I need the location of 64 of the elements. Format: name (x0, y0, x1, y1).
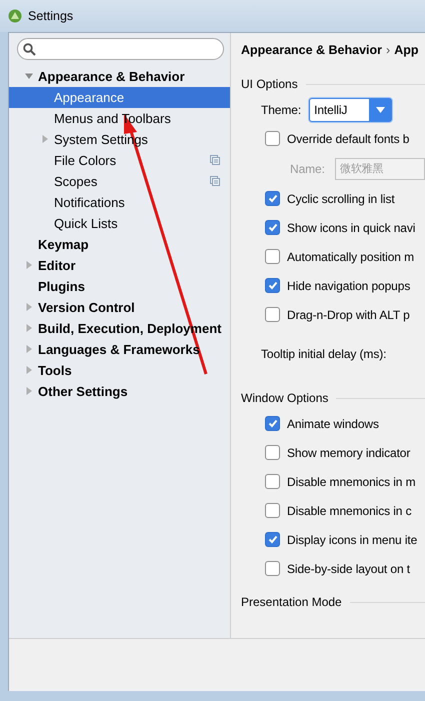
checkbox-label: Show icons in quick navi (287, 220, 416, 234)
tree-item[interactable]: File Colors (9, 150, 230, 171)
theme-dropdown[interactable]: IntelliJ (309, 98, 392, 122)
section-title: Window Options (241, 391, 328, 405)
checkmark-icon (268, 535, 278, 544)
checkbox[interactable] (265, 416, 280, 431)
checkbox-label: Display icons in menu ite (287, 532, 418, 546)
tree-item[interactable]: Version Control (9, 297, 230, 318)
tooltip-delay-label: Tooltip initial delay (ms): (261, 347, 386, 361)
tree-item[interactable]: Quick Lists (9, 213, 230, 234)
tree-item[interactable]: Other Settings (9, 381, 230, 402)
tree-item[interactable]: Scopes (9, 171, 230, 192)
breadcrumb-separator: › (386, 42, 390, 59)
checkbox[interactable] (265, 532, 280, 547)
checkmark-icon (268, 419, 278, 428)
collapse-triangle-icon[interactable] (25, 72, 33, 80)
checkbox-label: Side-by-side layout on t (287, 562, 410, 576)
expand-triangle-icon[interactable] (41, 135, 49, 143)
app-logo-icon (8, 9, 22, 23)
tree-item[interactable]: Plugins (9, 276, 230, 297)
checkbox-label: Override default fonts b (287, 132, 410, 146)
checkbox[interactable] (265, 220, 280, 235)
checkbox[interactable] (265, 445, 280, 460)
checkbox-label: Show memory indicator (287, 446, 410, 460)
search-icon (23, 42, 36, 56)
breadcrumb-item[interactable]: Appearance & Behavior (241, 33, 382, 69)
section-title: Presentation Mode (241, 595, 342, 609)
checkmark-icon (268, 194, 278, 203)
expand-triangle-icon[interactable] (25, 366, 33, 374)
checkbox-label: Automatically position m (287, 250, 414, 264)
checkbox-label: Drag-n-Drop with ALT p (287, 308, 410, 322)
checkbox[interactable] (265, 561, 280, 576)
window-title: Settings (28, 9, 74, 23)
checkbox[interactable] (265, 249, 280, 264)
checkbox[interactable] (265, 191, 280, 206)
expand-triangle-icon[interactable] (25, 261, 33, 269)
checkbox[interactable] (265, 278, 280, 293)
checkmark-icon (268, 223, 278, 232)
checkbox[interactable] (265, 474, 280, 489)
expand-triangle-icon[interactable] (25, 387, 33, 395)
expand-triangle-icon[interactable] (25, 324, 33, 332)
checkbox-label: Cyclic scrolling in list (287, 192, 395, 206)
expand-triangle-icon[interactable] (25, 345, 33, 353)
font-name-label: Name: (290, 162, 325, 176)
checkmark-icon (268, 281, 278, 290)
dropdown-arrow-icon (376, 106, 385, 112)
expand-triangle-icon[interactable] (25, 303, 33, 311)
tree-item[interactable]: Appearance (9, 87, 230, 108)
tree-item[interactable]: Editor (9, 255, 230, 276)
theme-label: Theme: (261, 102, 302, 116)
search-field[interactable] (17, 38, 224, 60)
tree-item[interactable]: Notifications (9, 192, 230, 213)
checkbox[interactable] (265, 503, 280, 518)
checkbox-label: Disable mnemonics in m (287, 474, 416, 488)
breadcrumb-item[interactable]: App (394, 33, 419, 69)
checkbox-label: Disable mnemonics in c (287, 504, 412, 518)
tree-item[interactable]: Tools (9, 360, 230, 381)
tree-item[interactable]: Appearance & Behavior (9, 66, 230, 87)
section-title: UI Options (241, 77, 298, 91)
checkbox-label: Hide navigation popups (287, 278, 410, 292)
checkbox[interactable] (265, 307, 280, 322)
checkbox[interactable] (265, 131, 280, 146)
tree-item[interactable]: Keymap (9, 234, 230, 255)
checkbox-label: Animate windows (287, 416, 379, 430)
